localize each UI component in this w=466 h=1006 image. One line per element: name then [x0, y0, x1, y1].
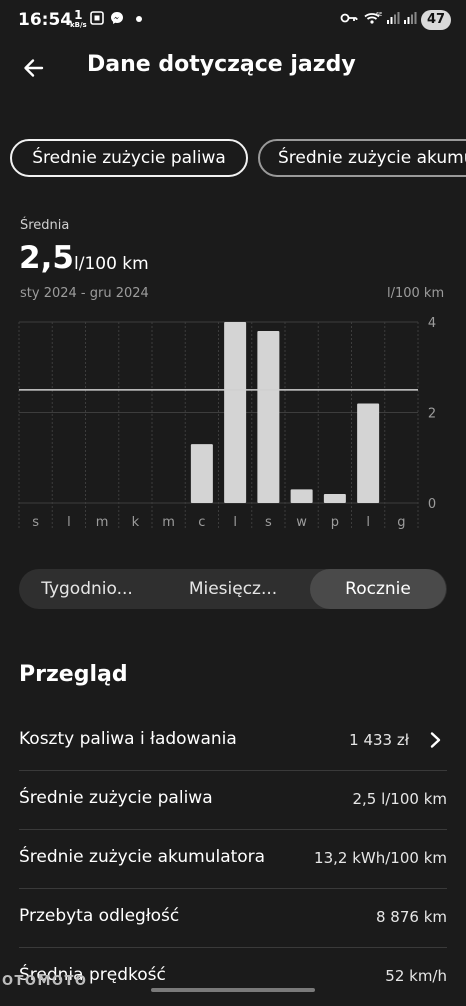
average-value: 2,5	[19, 240, 74, 276]
watermark: OTOMOTO	[2, 974, 88, 989]
x-tick-label: p	[331, 515, 339, 530]
row-value: 8 876 km	[375, 908, 447, 926]
chart-bar	[357, 403, 380, 503]
net-speed-value: 1	[74, 8, 83, 22]
period-weekly[interactable]: Tygodnio...	[19, 569, 155, 609]
x-tick-label: l	[67, 515, 71, 530]
average-unit: l/100 km	[74, 254, 149, 274]
chevron-right-icon	[430, 732, 441, 748]
x-tick-label: m	[162, 515, 175, 530]
row-value: 13,2 kWh/100 km	[314, 849, 447, 867]
x-tick-label: s	[265, 515, 272, 530]
wifi-icon: 6E	[364, 12, 382, 24]
signal-icon-1	[387, 12, 400, 24]
x-tick-label: w	[296, 515, 307, 530]
chart-bar	[224, 322, 247, 503]
row-value: 52 km/h	[385, 967, 447, 985]
x-tick-label: l	[366, 515, 370, 530]
home-indicator[interactable]	[151, 988, 315, 992]
notification-dot	[136, 16, 142, 22]
chart-bar	[257, 331, 280, 503]
chip-battery-consumption[interactable]: Średnie zużycie akumulatora	[258, 139, 466, 177]
x-tick-label: s	[32, 515, 39, 530]
screenshot-icon	[90, 11, 104, 25]
date-range: sty 2024 - gru 2024	[20, 286, 149, 301]
row-value: 1 433 zł	[349, 731, 409, 749]
battery-indicator: 47	[421, 10, 451, 30]
axis-unit: l/100 km	[387, 286, 445, 301]
period-yearly[interactable]: Rocznie	[310, 569, 446, 609]
x-tick-label: g	[397, 515, 405, 530]
chart-bar	[290, 489, 313, 503]
svg-text:6E: 6E	[376, 12, 382, 18]
x-tick-label: l	[233, 515, 237, 530]
row-label: Koszty paliwa i ładowania	[19, 729, 237, 749]
overview-title: Przegląd	[19, 662, 128, 687]
overview-row-battery: Średnie zużycie akumulatora 13,2 kWh/100…	[19, 829, 447, 889]
back-arrow-icon[interactable]	[20, 54, 48, 82]
y-tick-label: 0	[428, 497, 436, 512]
chip-fuel-consumption[interactable]: Średnie zużycie paliwa	[10, 139, 248, 177]
net-speed-unit: kB/s	[70, 21, 87, 29]
key-icon	[340, 13, 358, 23]
status-time: 16:54	[18, 10, 73, 30]
overview-row-fuel: Średnie zużycie paliwa 2,5 l/100 km	[19, 770, 447, 830]
chart-bar	[190, 444, 213, 503]
overview-row-distance: Przebyta odległość 8 876 km	[19, 888, 447, 948]
signal-icon-2	[404, 12, 417, 24]
net-speed: 1 kB/s	[70, 9, 87, 30]
x-tick-label: c	[198, 515, 205, 530]
chart-bar	[323, 493, 346, 503]
row-label: Średnie zużycie akumulatora	[19, 847, 266, 867]
status-bar: 16:54 1 kB/s 6E 47	[0, 0, 466, 40]
row-value: 2,5 l/100 km	[352, 790, 447, 808]
row-label: Średnie zużycie paliwa	[19, 788, 213, 808]
average-label: Średnia	[20, 218, 70, 233]
x-tick-label: k	[132, 515, 140, 530]
x-tick-label: m	[96, 515, 109, 530]
period-monthly[interactable]: Miesięcz...	[165, 569, 301, 609]
row-label: Przebyta odległość	[19, 906, 180, 926]
consumption-bar-chart: 0 2 4 s l m k m c l s w p l g	[18, 316, 436, 530]
messenger-icon	[111, 12, 123, 24]
overview-row-costs[interactable]: Koszty paliwa i ładowania 1 433 zł	[19, 711, 447, 771]
page-title: Dane dotyczące jazdy	[87, 52, 356, 77]
period-toggle: Tygodnio... Miesięcz... Rocznie	[19, 569, 447, 609]
y-tick-label: 2	[428, 407, 436, 422]
y-tick-label: 4	[428, 316, 436, 331]
